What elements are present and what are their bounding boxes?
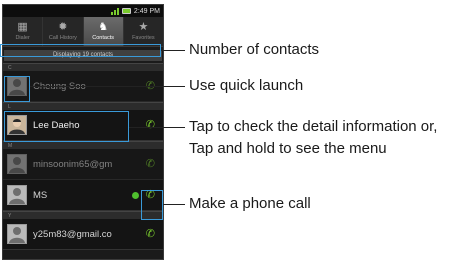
contact-detail-highlight xyxy=(4,111,129,142)
count-highlight xyxy=(0,44,161,57)
callout-call-label: Make a phone call xyxy=(189,195,311,212)
callout-line xyxy=(129,127,185,128)
list-item[interactable]: minsoonim65@gm ✆ xyxy=(3,149,163,180)
section-header: Y xyxy=(3,211,163,219)
contact-name: y25m83@gmail.co xyxy=(33,228,112,240)
dialpad-icon: ▦ xyxy=(17,21,28,33)
online-status-icon xyxy=(132,192,139,199)
tab-label: Call History xyxy=(48,35,77,41)
tab-label: Dialer xyxy=(15,35,30,41)
tab-contacts[interactable]: ♞ Contacts xyxy=(83,17,124,46)
avatar[interactable] xyxy=(7,224,27,244)
call-history-icon: ✹ xyxy=(58,21,68,33)
list-item[interactable]: MS ✆ xyxy=(3,180,163,211)
call-button-highlight xyxy=(141,190,163,220)
contact-name: MS xyxy=(33,189,48,201)
section-header: C xyxy=(3,63,163,71)
list-item[interactable]: y25m83@gmail.co ✆ xyxy=(3,219,163,250)
callout-count-label: Number of contacts xyxy=(189,41,320,58)
callout-line xyxy=(30,86,185,87)
avatar-highlight xyxy=(4,76,30,102)
tab-bar: ▦ Dialer ✹ Call History ♞ Contacts ★ Fav… xyxy=(3,17,163,47)
section-header: M xyxy=(3,141,163,149)
tab-label: Favorites xyxy=(132,35,155,41)
tab-dialer[interactable]: ▦ Dialer xyxy=(3,17,44,46)
star-icon: ★ xyxy=(138,21,149,33)
phone-icon[interactable]: ✆ xyxy=(146,227,155,240)
battery-icon xyxy=(121,8,131,14)
tab-label: Contacts xyxy=(92,35,114,41)
tab-call-history[interactable]: ✹ Call History xyxy=(43,17,84,46)
phone-icon[interactable]: ✆ xyxy=(146,118,155,131)
callout-detail-label-2: Tap and hold to see the menu xyxy=(189,140,387,157)
callout-line xyxy=(161,50,185,51)
contact-name: minsoonim65@gm xyxy=(33,158,113,170)
contacts-icon: ♞ xyxy=(98,21,109,33)
avatar[interactable] xyxy=(7,185,27,205)
section-header: L xyxy=(3,102,163,110)
callout-quick-launch-label: Use quick launch xyxy=(189,77,304,94)
tab-favorites[interactable]: ★ Favorites xyxy=(124,17,163,46)
status-bar: 2:49 PM xyxy=(3,5,163,17)
signal-icon xyxy=(110,7,119,15)
callout-detail-label-1: Tap to check the detail information or, xyxy=(189,118,438,135)
status-time: 2:49 PM xyxy=(133,7,160,15)
callout-line xyxy=(163,204,185,205)
phone-icon[interactable]: ✆ xyxy=(146,157,155,170)
avatar[interactable] xyxy=(7,154,27,174)
